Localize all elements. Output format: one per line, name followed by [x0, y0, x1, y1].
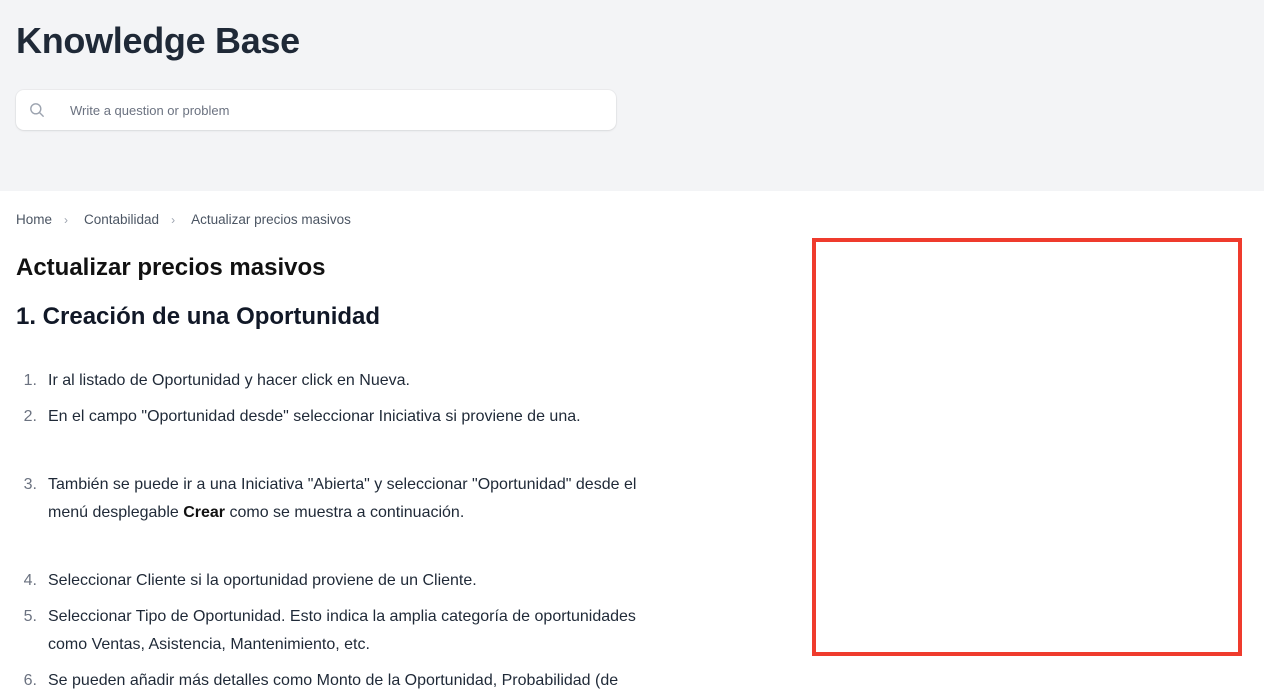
step-number: 6.: [23, 672, 37, 689]
step-text: Seleccionar Cliente si la oportunidad pr…: [48, 572, 477, 589]
step-number: 3.: [23, 476, 37, 493]
step-text: Ir al listado de Oportunidad y hacer cli…: [48, 372, 410, 389]
step-bold-text: Crear: [183, 504, 226, 521]
chevron-right-icon: ›: [171, 212, 176, 227]
search-icon: [30, 103, 44, 117]
search-box[interactable]: [16, 90, 616, 130]
highlighted-empty-panel: [812, 238, 1242, 656]
step-number: 1.: [23, 372, 37, 389]
list-item: 6. Se pueden añadir más detalles como Mo…: [16, 667, 676, 695]
list-item: 3. También se puede ir a una Iniciativa …: [16, 471, 676, 527]
list-item: 4. Seleccionar Cliente si la oportunidad…: [16, 567, 676, 595]
step-number: 5.: [23, 608, 37, 625]
step-text-part: como se muestra a continuación.: [225, 504, 465, 521]
step-text: En el campo "Oportunidad desde" seleccio…: [48, 408, 581, 425]
hero-header: Knowledge Base: [0, 0, 1264, 191]
breadcrumb-home[interactable]: Home: [16, 212, 52, 227]
list-item: 2. En el campo "Oportunidad desde" selec…: [16, 403, 676, 431]
page-title: Knowledge Base: [16, 20, 300, 61]
article-title: Actualizar precios masivos: [16, 254, 326, 281]
step-number: 4.: [23, 572, 37, 589]
breadcrumb-current[interactable]: Actualizar precios masivos: [191, 212, 351, 227]
list-item: 5. Seleccionar Tipo de Oportunidad. Esto…: [16, 603, 676, 659]
step-text: También se puede ir a una Iniciativa "Ab…: [48, 471, 660, 527]
step-text: Se pueden añadir más detalles como Monto…: [48, 672, 619, 689]
list-item: 1. Ir al listado de Oportunidad y hacer …: [16, 367, 676, 395]
step-text: Seleccionar Tipo de Oportunidad. Esto in…: [48, 608, 636, 653]
search-input[interactable]: [68, 90, 608, 130]
step-number: 2.: [23, 408, 37, 425]
section-title: 1. Creación de una Oportunidad: [16, 303, 381, 330]
breadcrumb: Home › Contabilidad › Actualizar precios…: [16, 212, 351, 227]
chevron-right-icon: ›: [64, 212, 69, 227]
breadcrumb-contabilidad[interactable]: Contabilidad: [84, 212, 159, 227]
